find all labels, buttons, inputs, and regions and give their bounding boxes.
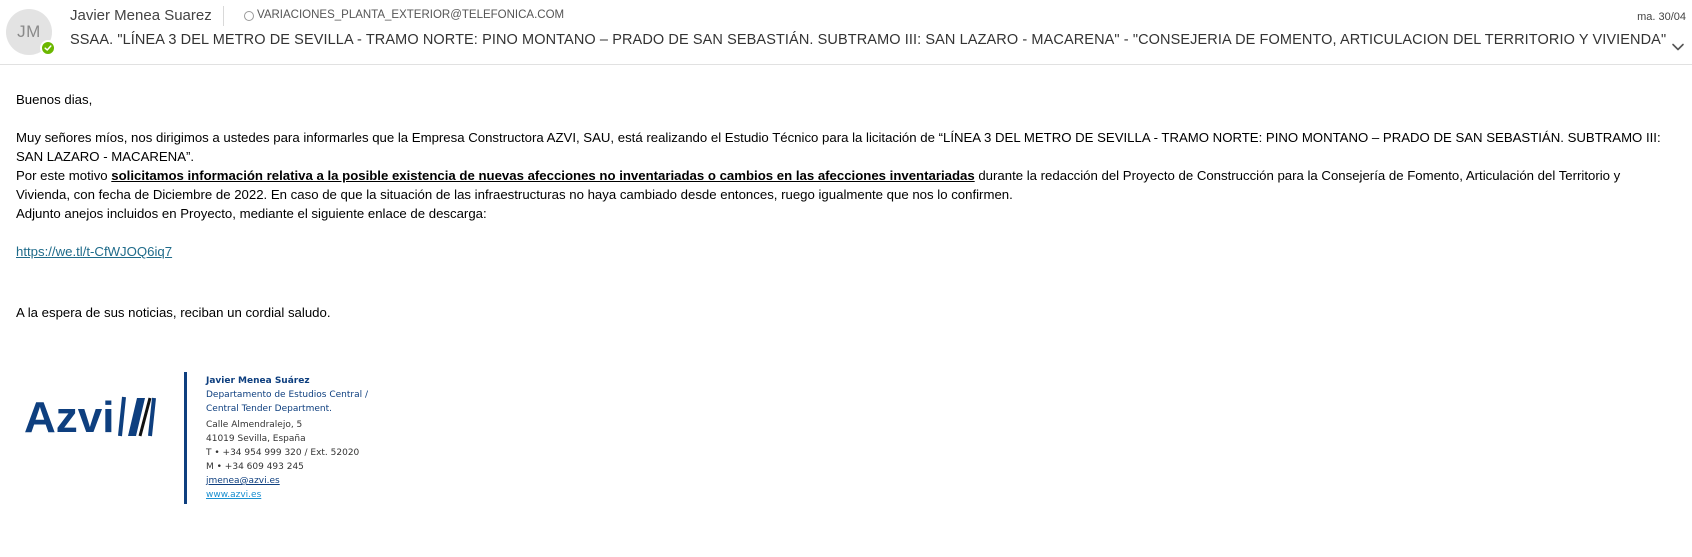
chevron-down-icon[interactable] xyxy=(1671,40,1685,54)
request-prefix: Por este motivo xyxy=(16,168,112,183)
signature-phone: T • +34 954 999 320 / Ext. 52020 xyxy=(206,448,360,458)
download-link[interactable]: https://we.tl/t-CfWJOQ6iq7 xyxy=(16,244,172,259)
signature-address-street: Calle Almendralejo, 5 xyxy=(206,420,303,430)
status-ring-icon xyxy=(244,11,254,21)
signature-address-city: 41019 Sevilla, España xyxy=(206,434,306,444)
avatar-initials: JM xyxy=(17,22,41,41)
recipient-address[interactable]: VARIACIONES_PLANTA_EXTERIOR@TELEFONICA.C… xyxy=(257,9,564,21)
body-paragraph-intro: Muy señores míos, nos dirigimos a ustede… xyxy=(16,130,1661,164)
signature-department-en: Central Tender Department. xyxy=(206,404,332,414)
message-header: JM Javier Menea Suarez VARIACIONES_PLANT… xyxy=(0,0,1692,65)
logo-wordmark: Azvi xyxy=(24,393,114,442)
signature-mobile: M • +34 609 493 245 xyxy=(206,462,304,472)
sender-name[interactable]: Javier Menea Suarez xyxy=(70,7,212,24)
message-body: Buenos dias, Muy señores míos, nos dirig… xyxy=(16,90,1676,322)
header-divider xyxy=(223,6,224,26)
request-highlight: solicitamos información relativa a la po… xyxy=(111,168,975,183)
greeting: Buenos dias, xyxy=(16,92,93,107)
message-subject: SSAA. "LÍNEA 3 DEL METRO DE SEVILLA - TR… xyxy=(70,32,1667,48)
azvi-logo: Azvi xyxy=(24,393,156,442)
signature-divider xyxy=(184,372,187,504)
body-paragraph-attachment: Adjunto anejos incluidos en Proyecto, me… xyxy=(16,206,487,221)
signature-website-link[interactable]: www.azvi.es xyxy=(206,490,261,500)
checkmark-icon xyxy=(44,45,52,51)
body-paragraph-request: Por este motivo solicitamos información … xyxy=(16,166,1676,204)
signature-name: Javier Menea Suárez xyxy=(206,376,310,386)
email-signature: Javier Menea Suárez Departamento de Estu… xyxy=(206,374,368,502)
presence-available-icon xyxy=(40,40,56,56)
signature-email-link[interactable]: jmenea@azvi.es xyxy=(206,476,280,486)
closing-line: A la espera de sus noticias, reciban un … xyxy=(16,305,331,320)
message-date: ma. 30/04 xyxy=(1637,11,1686,23)
signature-department: Departamento de Estudios Central / xyxy=(206,390,368,400)
